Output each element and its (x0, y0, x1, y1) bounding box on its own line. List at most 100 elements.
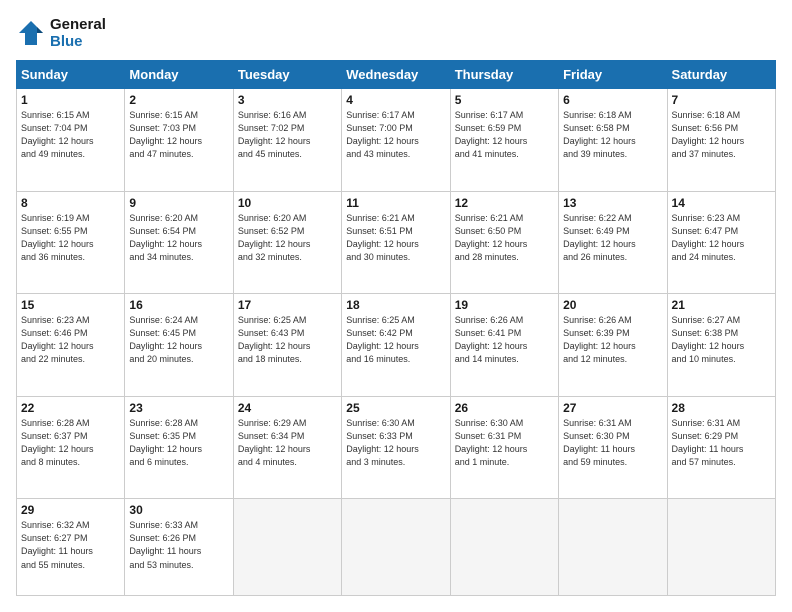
calendar-cell: 15 Sunrise: 6:23 AM Sunset: 6:46 PM Dayli… (17, 294, 125, 397)
calendar-cell: 14 Sunrise: 6:23 AM Sunset: 6:47 PM Dayli… (667, 191, 775, 294)
day-number: 19 (455, 298, 554, 312)
day-info: Sunrise: 6:16 AM Sunset: 7:02 PM Dayligh… (238, 109, 337, 161)
day-number: 16 (129, 298, 228, 312)
calendar-cell: 18Sunrise: 6:25 AM Sunset: 6:42 PM Dayli… (342, 294, 450, 397)
day-number: 12 (455, 196, 554, 210)
header: General Blue (16, 16, 776, 50)
day-info: Sunrise: 6:27 AM Sunset: 6:38 PM Dayligh… (672, 314, 771, 366)
page: General Blue SundayMondayTuesdayWednesda… (0, 0, 792, 612)
day-info: Sunrise: 6:19 AM Sunset: 6:55 PM Dayligh… (21, 212, 120, 264)
day-info: Sunrise: 6:31 AM Sunset: 6:29 PM Dayligh… (672, 417, 771, 469)
day-info: Sunrise: 6:15 AM Sunset: 7:04 PM Dayligh… (21, 109, 120, 161)
day-info: Sunrise: 6:17 AM Sunset: 7:00 PM Dayligh… (346, 109, 445, 161)
day-number: 1 (21, 93, 120, 107)
calendar-cell (667, 499, 775, 596)
day-number: 24 (238, 401, 337, 415)
calendar: SundayMondayTuesdayWednesdayThursdayFrid… (16, 60, 776, 596)
day-info: Sunrise: 6:26 AM Sunset: 6:41 PM Dayligh… (455, 314, 554, 366)
day-info: Sunrise: 6:22 AM Sunset: 6:49 PM Dayligh… (563, 212, 662, 264)
calendar-cell (559, 499, 667, 596)
calendar-cell: 17 Sunrise: 6:25 AM Sunset: 6:43 PM Dayli… (233, 294, 341, 397)
day-number: 3 (238, 93, 337, 107)
calendar-cell: 24 Sunrise: 6:29 AM Sunset: 6:34 PM Dayli… (233, 396, 341, 499)
day-info: Sunrise: 6:20 AM Sunset: 6:52 PM Dayligh… (238, 212, 337, 264)
day-number: 17 (238, 298, 337, 312)
day-info: Sunrise: 6:31 AM Sunset: 6:30 PM Dayligh… (563, 417, 662, 469)
calendar-cell: 7 Sunrise: 6:18 AM Sunset: 6:56 PM Daylig… (667, 89, 775, 192)
calendar-cell (342, 499, 450, 596)
calendar-cell: 6 Sunrise: 6:18 AM Sunset: 6:58 PM Daylig… (559, 89, 667, 192)
day-info: Sunrise: 6:21 AM Sunset: 6:51 PM Dayligh… (346, 212, 445, 264)
day-info: Sunrise: 6:21 AM Sunset: 6:50 PM Dayligh… (455, 212, 554, 264)
calendar-cell: 29 Sunrise: 6:32 AM Sunset: 6:27 PM Dayli… (17, 499, 125, 596)
day-number: 27 (563, 401, 662, 415)
calendar-week-3: 15 Sunrise: 6:23 AM Sunset: 6:46 PM Dayli… (17, 294, 776, 397)
day-info: Sunrise: 6:25 AM Sunset: 6:43 PM Dayligh… (238, 314, 337, 366)
calendar-cell: 30 Sunrise: 6:33 AM Sunset: 6:26 PM Dayli… (125, 499, 233, 596)
day-info: Sunrise: 6:17 AM Sunset: 6:59 PM Dayligh… (455, 109, 554, 161)
day-number: 6 (563, 93, 662, 107)
calendar-cell: 16 Sunrise: 6:24 AM Sunset: 6:45 PM Dayli… (125, 294, 233, 397)
calendar-cell: 10 Sunrise: 6:20 AM Sunset: 6:52 PM Dayli… (233, 191, 341, 294)
day-number: 7 (672, 93, 771, 107)
calendar-cell: 20Sunrise: 6:26 AM Sunset: 6:39 PM Dayli… (559, 294, 667, 397)
day-number: 14 (672, 196, 771, 210)
day-info: Sunrise: 6:28 AM Sunset: 6:37 PM Dayligh… (21, 417, 120, 469)
day-info: Sunrise: 6:26 AM Sunset: 6:39 PM Dayligh… (563, 314, 662, 366)
day-number: 15 (21, 298, 120, 312)
logo-icon (16, 18, 46, 48)
day-number: 5 (455, 93, 554, 107)
calendar-cell: 5 Sunrise: 6:17 AM Sunset: 6:59 PM Daylig… (450, 89, 558, 192)
calendar-header-thursday: Thursday (450, 61, 558, 89)
day-info: Sunrise: 6:33 AM Sunset: 6:26 PM Dayligh… (129, 519, 228, 571)
calendar-cell: 9 Sunrise: 6:20 AM Sunset: 6:54 PM Daylig… (125, 191, 233, 294)
day-number: 29 (21, 503, 120, 517)
day-number: 22 (21, 401, 120, 415)
calendar-header-wednesday: Wednesday (342, 61, 450, 89)
day-info: Sunrise: 6:20 AM Sunset: 6:54 PM Dayligh… (129, 212, 228, 264)
calendar-week-2: 8 Sunrise: 6:19 AM Sunset: 6:55 PM Daylig… (17, 191, 776, 294)
day-info: Sunrise: 6:15 AM Sunset: 7:03 PM Dayligh… (129, 109, 228, 161)
calendar-cell: 28Sunrise: 6:31 AM Sunset: 6:29 PM Dayli… (667, 396, 775, 499)
calendar-cell: 1 Sunrise: 6:15 AM Sunset: 7:04 PM Daylig… (17, 89, 125, 192)
calendar-header-row: SundayMondayTuesdayWednesdayThursdayFrid… (17, 61, 776, 89)
logo: General Blue (16, 16, 106, 50)
day-number: 11 (346, 196, 445, 210)
calendar-cell: 12 Sunrise: 6:21 AM Sunset: 6:50 PM Dayli… (450, 191, 558, 294)
day-number: 26 (455, 401, 554, 415)
calendar-cell: 11 Sunrise: 6:21 AM Sunset: 6:51 PM Dayli… (342, 191, 450, 294)
calendar-header-monday: Monday (125, 61, 233, 89)
day-info: Sunrise: 6:23 AM Sunset: 6:46 PM Dayligh… (21, 314, 120, 366)
day-info: Sunrise: 6:29 AM Sunset: 6:34 PM Dayligh… (238, 417, 337, 469)
calendar-cell: 21Sunrise: 6:27 AM Sunset: 6:38 PM Dayli… (667, 294, 775, 397)
calendar-cell: 26 Sunrise: 6:30 AM Sunset: 6:31 PM Dayli… (450, 396, 558, 499)
calendar-header-tuesday: Tuesday (233, 61, 341, 89)
day-number: 13 (563, 196, 662, 210)
day-info: Sunrise: 6:30 AM Sunset: 6:31 PM Dayligh… (455, 417, 554, 469)
calendar-cell (233, 499, 341, 596)
calendar-cell: 8 Sunrise: 6:19 AM Sunset: 6:55 PM Daylig… (17, 191, 125, 294)
calendar-cell: 23 Sunrise: 6:28 AM Sunset: 6:35 PM Dayli… (125, 396, 233, 499)
calendar-cell: 25Sunrise: 6:30 AM Sunset: 6:33 PM Dayli… (342, 396, 450, 499)
day-number: 10 (238, 196, 337, 210)
day-info: Sunrise: 6:32 AM Sunset: 6:27 PM Dayligh… (21, 519, 120, 571)
calendar-cell: 19 Sunrise: 6:26 AM Sunset: 6:41 PM Dayli… (450, 294, 558, 397)
day-number: 4 (346, 93, 445, 107)
day-number: 25 (346, 401, 445, 415)
calendar-cell (450, 499, 558, 596)
day-number: 9 (129, 196, 228, 210)
day-info: Sunrise: 6:18 AM Sunset: 6:58 PM Dayligh… (563, 109, 662, 161)
calendar-header-saturday: Saturday (667, 61, 775, 89)
day-info: Sunrise: 6:25 AM Sunset: 6:42 PM Dayligh… (346, 314, 445, 366)
day-info: Sunrise: 6:23 AM Sunset: 6:47 PM Dayligh… (672, 212, 771, 264)
day-info: Sunrise: 6:28 AM Sunset: 6:35 PM Dayligh… (129, 417, 228, 469)
day-number: 30 (129, 503, 228, 517)
calendar-cell: 4 Sunrise: 6:17 AM Sunset: 7:00 PM Daylig… (342, 89, 450, 192)
day-number: 8 (21, 196, 120, 210)
day-number: 23 (129, 401, 228, 415)
day-info: Sunrise: 6:18 AM Sunset: 6:56 PM Dayligh… (672, 109, 771, 161)
calendar-week-4: 22 Sunrise: 6:28 AM Sunset: 6:37 PM Dayli… (17, 396, 776, 499)
calendar-header-sunday: Sunday (17, 61, 125, 89)
logo-text: General Blue (50, 16, 106, 50)
day-info: Sunrise: 6:24 AM Sunset: 6:45 PM Dayligh… (129, 314, 228, 366)
